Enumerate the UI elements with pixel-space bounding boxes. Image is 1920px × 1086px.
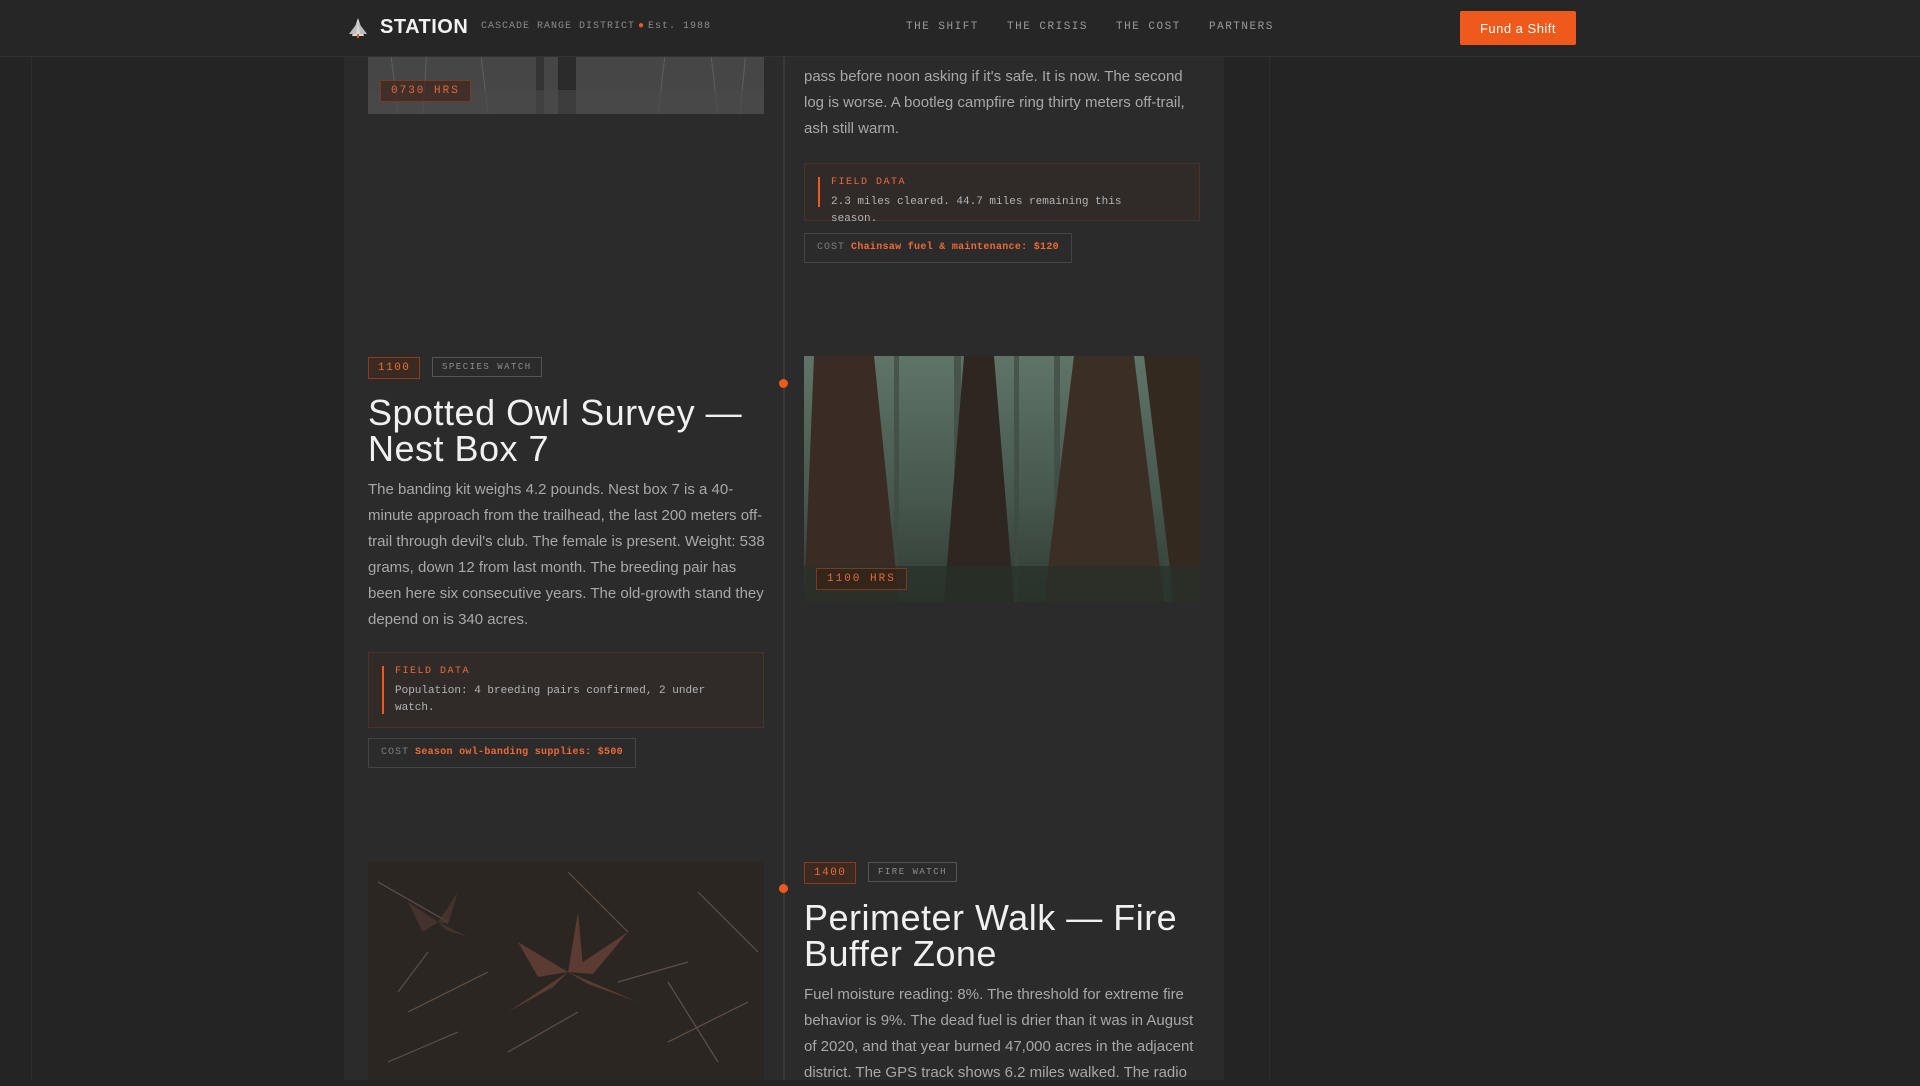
field-data-value: Population: 4 breeding pairs confirmed, … bbox=[395, 685, 706, 714]
cost-value: Chainsaw fuel & maintenance: $120 bbox=[851, 242, 1059, 253]
field-data-box-0730: FIELD DATA 2.3 miles cleared. 44.7 miles… bbox=[804, 163, 1200, 225]
type-badge-fire-watch: FIRE WATCH bbox=[868, 862, 958, 882]
cost-value: Season owl-banding supplies: $500 bbox=[415, 747, 623, 758]
entry-0730-body: pass before noon asking if it's safe. It… bbox=[804, 68, 1185, 137]
time-badge-1400: 1400 bbox=[804, 862, 857, 884]
top-navigation-bar: STATION CASCADE RANGE DISTRICT ● Est. 1988… bbox=[0, 0, 1920, 57]
fund-a-shift-button[interactable]: Fund a Shift bbox=[1460, 11, 1576, 45]
field-data-box-1100: FIELD DATA Population: 4 breeding pairs … bbox=[368, 652, 764, 728]
field-data-value: 2.3 miles cleared. 44.7 miles remaining … bbox=[831, 196, 1122, 225]
tree-logo-icon bbox=[346, 16, 370, 40]
field-data-label: FIELD DATA bbox=[395, 666, 471, 677]
grid-line-right bbox=[1269, 0, 1270, 1080]
field-accent-bar bbox=[382, 666, 384, 714]
tagline-district: CASCADE RANGE DISTRICT bbox=[481, 21, 636, 32]
entry-1100-body: The banding kit weighs 4.2 pounds. Nest … bbox=[368, 481, 765, 628]
cost-tag-0730: COST Chainsaw fuel & maintenance: $120 bbox=[804, 233, 1072, 263]
brand-tagline: CASCADE RANGE DISTRICT ● Est. 1988 bbox=[481, 21, 711, 32]
entry-1100-title: Spotted Owl Survey — Nest Box 7 bbox=[368, 392, 743, 469]
image-time-tag: 1100 HRS bbox=[816, 568, 907, 590]
timeline-spine bbox=[783, 0, 785, 1080]
brand-name[interactable]: STATION bbox=[380, 16, 468, 39]
time-badge-1100: 1100 bbox=[368, 357, 421, 379]
tagline-separator-dot: ● bbox=[638, 21, 646, 32]
cost-key: COST bbox=[381, 747, 410, 758]
cost-key: COST bbox=[817, 242, 846, 253]
field-data-label: FIELD DATA bbox=[831, 177, 907, 188]
nav-link-the-cost[interactable]: THE COST bbox=[1116, 21, 1181, 33]
nav-link-the-shift[interactable]: THE SHIFT bbox=[906, 21, 979, 33]
field-accent-bar bbox=[818, 177, 820, 207]
cost-tag-1100: COST Season owl-banding supplies: $500 bbox=[368, 738, 636, 768]
tagline-established: Est. 1988 bbox=[648, 21, 712, 32]
type-badge-species-watch: SPECIES WATCH bbox=[432, 357, 542, 377]
nav-link-partners[interactable]: PARTNERS bbox=[1209, 21, 1274, 33]
image-time-tag: 0730 HRS bbox=[380, 80, 471, 102]
nav-link-the-crisis[interactable]: THE CRISIS bbox=[1007, 21, 1088, 33]
grid-line-left bbox=[31, 0, 32, 1080]
entry-1400-body: Fuel moisture reading: 8%. The threshold… bbox=[804, 986, 1194, 1081]
timeline-dot-1400 bbox=[779, 884, 788, 893]
forest-photo-1100: 1100 HRS bbox=[804, 356, 1200, 602]
entry-1400-title: Perimeter Walk — Fire Buffer Zone bbox=[804, 897, 1178, 974]
forest-floor-photo-1400 bbox=[368, 862, 764, 1080]
timeline-dot-1100 bbox=[779, 379, 788, 388]
